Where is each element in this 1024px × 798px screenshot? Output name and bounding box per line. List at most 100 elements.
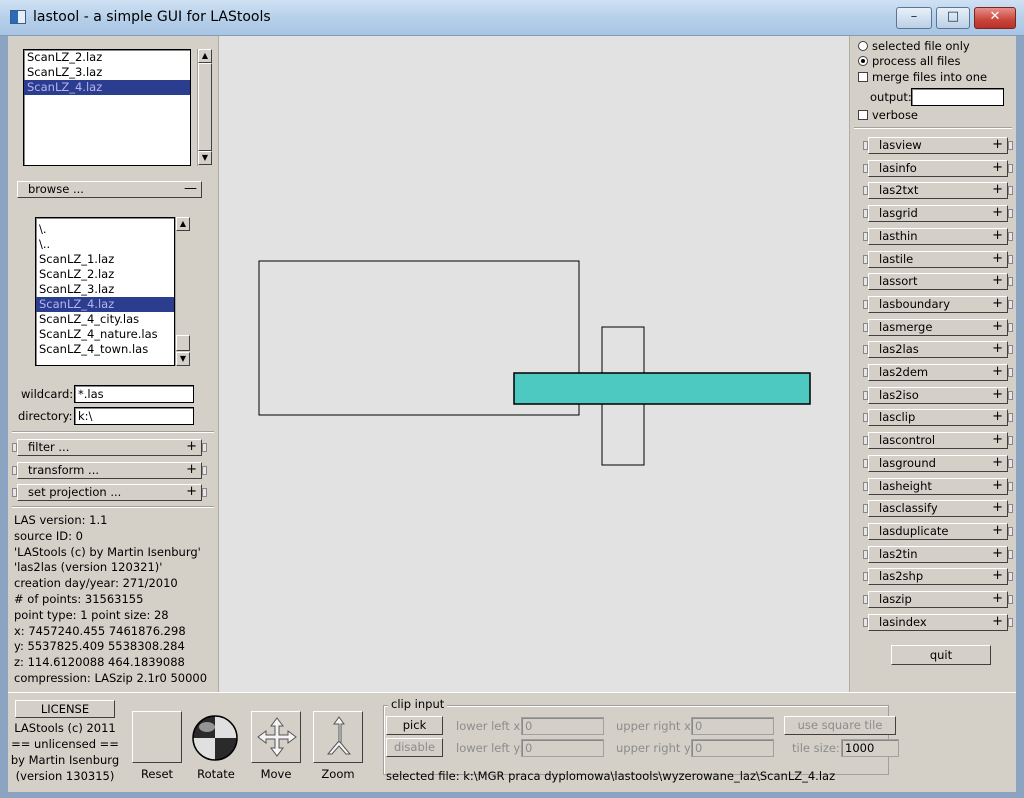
set-projection-section-toggle[interactable]: set projection ... + [12,484,207,501]
info-line: y: 5537825.409 5538308.284 [14,639,185,654]
expand-icon: + [992,182,1003,198]
directory-list-item[interactable]: ScanLZ_2.laz [36,267,174,282]
tool-lasclassify[interactable]: lasclassify + [863,500,1013,518]
tool-las2txt[interactable]: las2txt + [863,182,1013,200]
zoom-button[interactable] [313,711,363,763]
radio-selected-icon[interactable] [858,56,868,66]
reset-view-button[interactable] [132,711,182,763]
checkbox-icon[interactable] [858,110,868,120]
tool-lasclip[interactable]: lasclip + [863,409,1013,427]
tool-label: lasboundary [879,296,951,311]
tool-las2tin[interactable]: las2tin + [863,545,1013,563]
filter-section-toggle[interactable]: filter ... + [12,439,207,456]
directory-list-item[interactable]: ScanLZ_4_town.las [36,342,174,357]
tool-lasheight[interactable]: lasheight + [863,477,1013,495]
lower-left-y-input[interactable]: 0 [521,739,604,757]
file-list-item[interactable]: ScanLZ_3.laz [24,65,190,80]
expand-icon: + [992,295,1003,311]
tool-label: lasinfo [879,160,917,175]
file-list-item[interactable]: ScanLZ_2.laz [24,50,190,65]
disable-button[interactable]: disable [386,738,443,757]
zoom-label: Zoom [321,767,355,781]
tool-lasduplicate[interactable]: lasduplicate + [863,522,1013,540]
transform-section-toggle[interactable]: transform ... + [12,462,207,479]
tool-lasground[interactable]: lasground + [863,454,1013,472]
selected-files-list[interactable]: ScanLZ_2.laz ScanLZ_3.laz ScanLZ_4.laz [23,49,191,166]
file-list-item[interactable]: ScanLZ_4.laz [24,80,190,95]
scroll-thumb[interactable] [176,335,190,351]
merge-files-option[interactable]: merge files into one [858,70,987,85]
scroll-up-icon[interactable]: ▲ [198,49,212,63]
output-input[interactable] [911,88,1004,106]
tool-las2dem[interactable]: las2dem + [863,364,1013,381]
selected-files-scrollbar[interactable]: ▲ ▼ [197,49,212,166]
move-button[interactable] [251,711,301,763]
close-button[interactable]: ✕ [974,7,1016,29]
expand-icon: + [186,484,197,499]
expand-icon: + [992,205,1003,221]
expand-icon: + [992,591,1003,606]
tool-label: lasview [879,138,922,152]
expand-icon: + [992,386,1003,402]
wildcard-input[interactable]: *.las [74,385,194,403]
browse-section-toggle[interactable]: browse ... — [17,181,202,198]
tool-lastile[interactable]: lastile + [863,250,1013,268]
tool-lassort[interactable]: lassort + [863,273,1013,291]
directory-list-item[interactable]: ScanLZ_4.laz [36,297,174,312]
directory-list-item[interactable]: \. [36,222,174,237]
selected-file-only-option[interactable]: selected file only [858,39,970,54]
directory-list-item[interactable]: ScanLZ_4_city.las [36,312,174,327]
minimize-button[interactable]: – [896,7,932,29]
zoom-arrows-icon [326,716,352,755]
directory-list-item[interactable]: ScanLZ_1.laz [36,252,174,267]
tool-laszip[interactable]: laszip + [863,591,1013,608]
process-all-files-option[interactable]: process all files [858,54,960,69]
directory-list[interactable]: \. \.. ScanLZ_1.laz ScanLZ_2.laz ScanLZ_3.la… [35,217,175,366]
expand-icon: + [992,477,1003,493]
checkbox-icon[interactable] [858,72,868,82]
info-line: point type: 1 point size: 28 [14,607,169,622]
tool-lasboundary[interactable]: lasboundary + [863,295,1013,313]
expand-icon: + [992,454,1003,470]
tool-lasthin[interactable]: lasthin + [863,227,1013,245]
expand-icon: + [992,137,1003,152]
upper-right-x-input[interactable]: 0 [691,717,774,735]
tool-lasmerge[interactable]: lasmerge + [863,318,1013,336]
scroll-down-icon[interactable]: ▼ [176,352,190,366]
scroll-down-icon[interactable]: ▼ [198,151,212,165]
expand-icon: + [992,522,1003,538]
radio-icon[interactable] [858,41,868,51]
verbose-option[interactable]: verbose [858,108,918,123]
rotate-button[interactable] [190,713,240,763]
license-button[interactable]: LICENSE [15,700,115,718]
tool-lasgrid[interactable]: lasgrid + [863,205,1013,223]
left-panel: ScanLZ_2.laz ScanLZ_3.laz ScanLZ_4.laz ▲ ▼… [8,36,218,692]
directory-list-item[interactable]: ScanLZ_3.laz [36,282,174,297]
quit-button[interactable]: quit [891,645,991,665]
tool-label: las2txt [879,183,919,198]
tool-las2iso[interactable]: las2iso + [863,386,1013,404]
tool-las2las[interactable]: las2las + [863,341,1013,359]
directory-input[interactable]: k:\ [74,407,194,425]
tool-lasindex[interactable]: lasindex + [863,613,1013,631]
directory-list-item[interactable]: \.. [36,237,174,252]
tool-lasview[interactable]: lasview + [863,137,1013,154]
scroll-thumb[interactable] [198,63,212,151]
tool-lascontrol[interactable]: lascontrol + [863,432,1013,450]
tool-las2shp[interactable]: las2shp + [863,568,1013,586]
pick-button[interactable]: pick [386,716,443,735]
viewer-canvas[interactable] [218,36,850,692]
tool-label: las2iso [879,387,919,402]
tool-lasinfo[interactable]: lasinfo + [863,159,1013,177]
expand-icon: + [992,432,1003,448]
expand-icon: + [992,227,1003,243]
directory-list-item[interactable]: ScanLZ_4_nature.las [36,327,174,342]
scroll-up-icon[interactable]: ▲ [176,217,190,231]
tile-size-input[interactable]: 1000 [841,739,899,757]
maximize-button[interactable]: □ [936,7,970,29]
move-label: Move [260,767,292,781]
directory-scrollbar[interactable]: ▲ ▼ [175,217,190,366]
upper-right-y-input[interactable]: 0 [691,739,774,757]
use-square-tile-button[interactable]: use square tile [784,716,896,735]
lower-left-x-input[interactable]: 0 [521,717,604,735]
